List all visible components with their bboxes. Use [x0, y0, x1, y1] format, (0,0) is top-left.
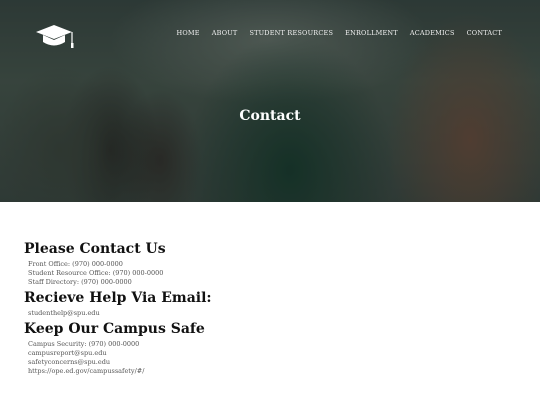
nav-enrollment[interactable]: ENROLLMENT [345, 29, 398, 37]
hero-banner: HOME ABOUT STUDENT RESOURCES ENROLLMENT … [0, 0, 540, 202]
main-nav: HOME ABOUT STUDENT RESOURCES ENROLLMENT … [177, 29, 503, 37]
email-link[interactable]: studenthelp@spu.edu [28, 309, 524, 318]
section-heading-email: Recieve Help Via Email: [24, 290, 212, 306]
page-title: Contact [239, 108, 301, 124]
contact-lines: Front Office: (970) 000-0000 Student Res… [28, 260, 524, 287]
nav-home[interactable]: HOME [177, 29, 200, 37]
graduation-cap-icon[interactable] [34, 22, 78, 52]
nav-academics[interactable]: ACADEMICS [410, 29, 455, 37]
contact-line: Staff Directory: (970) 000-0000 [28, 278, 132, 286]
email-lines: studenthelp@spu.edu [28, 309, 524, 318]
contact-content: Please Contact Us Front Office: (970) 00… [24, 240, 524, 378]
contact-line: Front Office: (970) 000-0000 [28, 260, 123, 268]
contact-line: Student Resource Office: (970) 000-0000 [28, 269, 164, 277]
safety-email-link[interactable]: safetyconcerns@spu.edu [28, 358, 524, 367]
section-heading-safety: Keep Our Campus Safe [24, 321, 205, 337]
safety-line: Campus Security: (970) 000-0000 [28, 340, 140, 348]
safety-url-link[interactable]: https://ope.ed.gov/campussafety/#/ [28, 367, 524, 376]
safety-email-link[interactable]: campusreport@spu.edu [28, 349, 524, 358]
safety-lines: Campus Security: (970) 000-0000 campusre… [28, 340, 524, 376]
nav-student-resources[interactable]: STUDENT RESOURCES [249, 29, 333, 37]
nav-about[interactable]: ABOUT [212, 29, 238, 37]
section-heading-contact: Please Contact Us [24, 241, 166, 257]
nav-contact[interactable]: CONTACT [467, 29, 502, 37]
